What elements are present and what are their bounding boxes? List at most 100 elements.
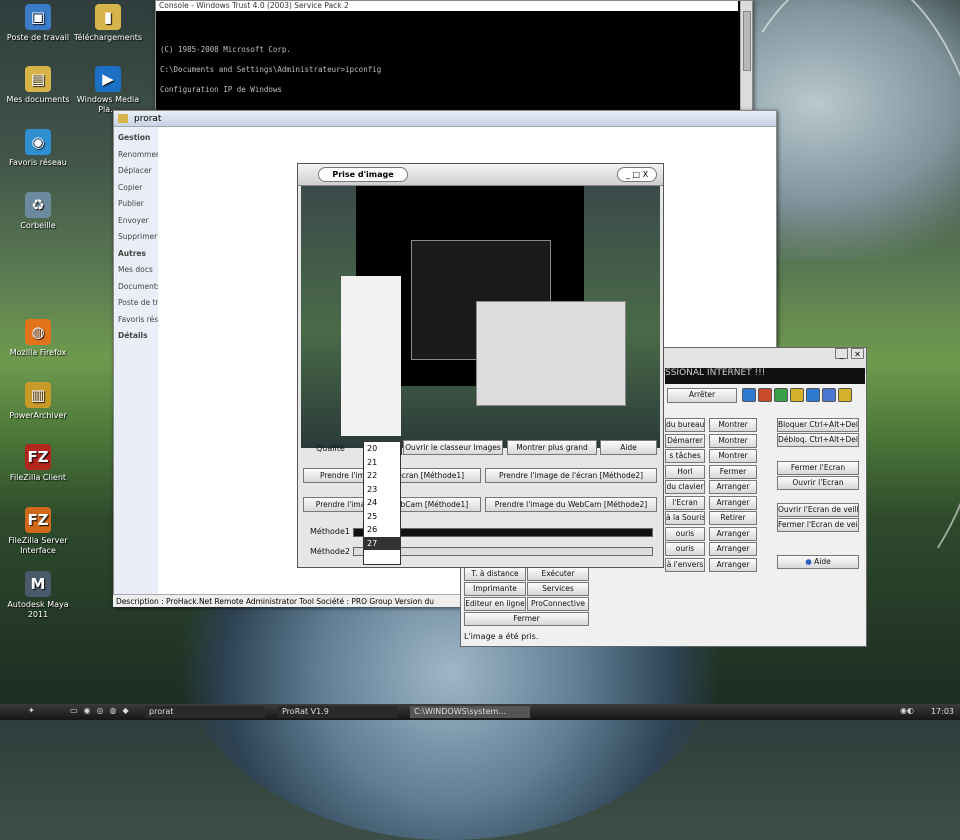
console-title: Console - Windows Trust 4.0 (2003) Servi… xyxy=(156,1,738,11)
desktop-icon[interactable]: ♻ Corbeille xyxy=(0,192,78,231)
explorer-titlebar[interactable]: prorat xyxy=(114,111,776,127)
desktop-icon[interactable]: ▤ Mes documents xyxy=(0,66,78,105)
clock: 17:03 xyxy=(930,707,954,716)
desktop-icon[interactable]: ▥ PowerArchiver xyxy=(0,382,78,421)
capture-button[interactable]: Ouvrir le classeur Images xyxy=(403,440,503,455)
desktop-icon[interactable]: ▶ Windows Media Pla... xyxy=(68,66,148,115)
action-button[interactable]: Fermer xyxy=(709,464,757,479)
side-panel-item[interactable]: Renommer xyxy=(118,147,158,164)
toolbar-icon[interactable] xyxy=(742,388,756,402)
prorat-bottom-button[interactable]: Fermer xyxy=(464,612,589,626)
action-button[interactable]: Arranger xyxy=(709,542,757,556)
tray-icons[interactable]: ◉◐ xyxy=(900,706,914,715)
desktop-icon[interactable]: FZ FileZilla Client xyxy=(0,444,78,483)
mozilla-firefox-icon: ◍ xyxy=(25,319,51,345)
feature-button[interactable]: du clavier xyxy=(665,480,705,494)
feature-button[interactable]: Horl xyxy=(665,464,705,479)
feature-button[interactable]: du bureau xyxy=(665,418,705,432)
quality-dropdown-list[interactable]: 20 21 22 23 24 25 26 27 xyxy=(363,441,401,565)
side-panel-item[interactable]: Supprimer xyxy=(118,229,157,246)
capture-button[interactable]: Aide xyxy=(600,440,657,455)
toolbar-icon[interactable] xyxy=(758,388,772,402)
prorat-bottom-button[interactable]: ProConnective xyxy=(527,597,589,611)
toolbar-icon[interactable] xyxy=(822,388,836,402)
desktop-icon[interactable]: FZ FileZilla Server Interface xyxy=(0,507,78,556)
side-panel-item[interactable]: Gestion xyxy=(118,130,154,147)
screen-button[interactable]: Fermer l'Ecran de veille xyxy=(777,518,859,532)
feature-button[interactable]: ouris xyxy=(665,542,705,556)
side-panel-item[interactable]: Copier xyxy=(118,180,154,197)
quality-option[interactable]: 25 xyxy=(364,510,400,524)
taskbar-item[interactable]: prorat xyxy=(145,706,265,718)
stop-button[interactable]: Arrêter xyxy=(667,388,737,403)
quality-option[interactable]: 27 xyxy=(364,536,400,550)
feature-button[interactable]: s tâches xyxy=(665,449,705,463)
action-button[interactable]: Arranger xyxy=(709,480,757,494)
desktop-icon-label: FileZilla Server Interface xyxy=(8,536,68,555)
action-button[interactable]: Arranger xyxy=(709,557,757,572)
prorat-bottom-button[interactable]: Editeur en ligne xyxy=(464,597,526,611)
screen-button[interactable]: Ouvrir l'Ecran xyxy=(777,476,859,490)
feature-button[interactable]: Démarrer xyxy=(665,433,705,448)
capture-button[interactable]: Prendre l'image de l'écran [Méthode2] xyxy=(485,468,657,483)
quality-option[interactable]: 26 xyxy=(364,523,400,537)
desktop-icon[interactable]: ▣ Poste de travail xyxy=(0,4,78,43)
quality-option[interactable]: 22 xyxy=(364,469,400,483)
side-panel-item[interactable]: Détails xyxy=(118,328,154,345)
toolbar-icon[interactable] xyxy=(806,388,820,402)
side-panel-item[interactable]: Envoyer xyxy=(118,213,154,230)
help-icon: ● xyxy=(805,557,815,566)
action-button[interactable]: Montrer xyxy=(709,433,757,448)
t-l-chargements-icon: ▮ xyxy=(95,4,121,30)
feature-button[interactable]: à l'envers xyxy=(665,557,705,572)
side-panel-item[interactable]: Autres xyxy=(118,246,154,263)
feature-button[interactable]: ouris xyxy=(665,526,705,541)
minimize-button[interactable]: _ xyxy=(835,348,848,359)
side-panel-item[interactable]: Publier xyxy=(118,196,154,213)
side-panel-item[interactable]: Déplacer xyxy=(118,163,154,180)
desktop-icon[interactable]: ◍ Mozilla Firefox xyxy=(0,319,78,358)
screen-button[interactable]: Fermer l'Ecran xyxy=(777,461,859,475)
prorat-help-button[interactable]: ● Aide xyxy=(777,555,859,569)
capture-button[interactable]: Prendre l'image du WebCam [Méthode2] xyxy=(485,497,657,512)
taskbar-item[interactable]: ProRat V1.9 xyxy=(278,706,398,718)
quality-option[interactable]: 24 xyxy=(364,496,400,510)
prorat-bottom-button[interactable]: Imprimante xyxy=(464,582,526,596)
desktop-icon-label: Mes documents xyxy=(6,95,70,104)
desktop-icon-label: PowerArchiver xyxy=(9,411,67,420)
quality-option[interactable]: 21 xyxy=(364,456,400,470)
quick-launch-icons[interactable]: ▭◉◎◍◆ xyxy=(70,706,135,715)
toolbar-icon[interactable] xyxy=(774,388,788,402)
action-button[interactable]: Montrer xyxy=(709,418,757,432)
quality-option[interactable]: 23 xyxy=(364,483,400,497)
desktop-icon[interactable]: M Autodesk Maya 2011 xyxy=(0,571,78,620)
screen-button[interactable]: Bloquer Ctrl+Alt+Del xyxy=(777,418,859,432)
action-button[interactable]: Montrer xyxy=(709,449,757,463)
action-button[interactable]: Arranger xyxy=(709,495,757,510)
start-icon[interactable]: ✦ xyxy=(28,706,35,715)
action-button[interactable]: Retirer xyxy=(709,511,757,525)
toolbar-icon[interactable] xyxy=(790,388,804,402)
feature-button[interactable]: l'Ecran xyxy=(665,495,705,510)
screen-button[interactable]: Ouvrir l'Ecran de veille xyxy=(777,503,859,517)
prorat-bottom-button[interactable]: Exécuter xyxy=(527,567,589,581)
side-panel-item[interactable]: Documents partagés xyxy=(118,279,158,296)
side-panel-item[interactable]: Favoris réseau xyxy=(118,312,158,329)
side-panel-item[interactable]: Mes docs xyxy=(118,262,154,279)
action-button[interactable]: Arranger xyxy=(709,526,757,541)
capture-titlebar[interactable]: Prise d'image _ □ X xyxy=(298,164,663,186)
desktop-icon[interactable]: ▮ Téléchargements xyxy=(68,4,148,43)
prorat-bottom-button[interactable]: Services xyxy=(527,582,589,596)
side-panel-item[interactable]: Poste de travail xyxy=(118,295,158,312)
taskbar: ✦ ▭◉◎◍◆ prorat ProRat V1.9 C:\WINDOWS\syst… xyxy=(0,704,960,720)
toolbar-icon[interactable] xyxy=(838,388,852,402)
window-controls[interactable]: _ □ X xyxy=(617,167,657,182)
desktop-icon[interactable]: ◉ Favoris réseau xyxy=(0,129,78,168)
quality-option[interactable]: 20 xyxy=(364,442,400,456)
taskbar-item[interactable]: C:\WINDOWS\system... xyxy=(410,706,530,718)
capture-button[interactable]: Montrer plus grand xyxy=(507,440,597,455)
feature-button[interactable]: à la Souris xyxy=(665,511,705,525)
prorat-bottom-button[interactable]: T. à distance xyxy=(464,567,526,581)
close-button[interactable]: ✕ xyxy=(851,348,864,359)
screen-button[interactable]: Débloq. Ctrl+Alt+Del xyxy=(777,433,859,447)
